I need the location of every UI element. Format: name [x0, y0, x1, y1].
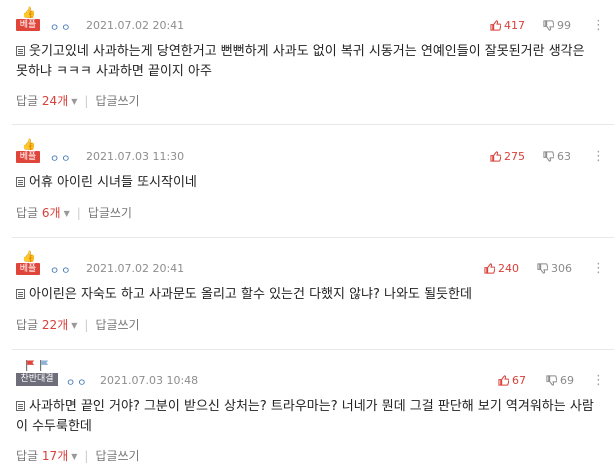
comment-text: 웃기고있네 사과하는게 당연한거고 뻔뻔하게 사과도 없이 복귀 시동거는 연예… [16, 44, 585, 79]
write-reply-button[interactable]: 답글쓰기 [95, 318, 139, 332]
reply-toggle[interactable]: 답글 17개 ▼ [16, 449, 77, 463]
dislike-count: 69 [560, 374, 574, 387]
thumb-up-icon [490, 151, 502, 162]
thumb-up-icon: 👍 [22, 6, 36, 19]
dislike-button[interactable]: 306 [537, 262, 572, 276]
more-vertical-icon[interactable]: ⋮ [592, 19, 605, 33]
chevron-down-icon: ▼ [63, 209, 70, 218]
thumb-up-icon [498, 375, 510, 386]
divider [12, 237, 614, 238]
thumb-up-icon [484, 263, 496, 274]
like-button[interactable]: 67 [498, 374, 526, 388]
dislike-button[interactable]: 63 [543, 150, 571, 164]
more-vertical-icon[interactable]: ⋮ [592, 262, 605, 276]
badge-label: 베플 [16, 151, 40, 163]
thumb-up-icon [490, 20, 502, 31]
reply-toggle[interactable]: 답글 24개 ▼ [16, 94, 77, 108]
like-count: 240 [498, 262, 519, 275]
write-reply-button[interactable]: 답글쓰기 [95, 449, 139, 463]
more-vertical-icon[interactable]: ⋮ [592, 150, 605, 164]
write-reply-button[interactable]: 답글쓰기 [95, 94, 139, 108]
username[interactable]: ㅇㅇ [50, 19, 72, 34]
document-icon [16, 289, 25, 299]
thumb-up-icon: 👍 [22, 250, 36, 263]
comment-date: 2021.07.02 20:41 [86, 262, 185, 275]
username[interactable]: ㅇㅇ [50, 150, 72, 165]
like-button[interactable]: 240 [484, 262, 519, 276]
chevron-down-icon: ▼ [71, 321, 78, 330]
badge-label: 베플 [16, 19, 40, 31]
dislike-count: 99 [557, 19, 571, 32]
comment-text: 아이린은 자숙도 하고 사과문도 올리고 할수 있는건 다했지 않냐? 나와도 … [16, 285, 606, 305]
dislike-button[interactable]: 69 [546, 374, 574, 388]
reply-bar: 답글 24개 ▼ | 답글쓰기 [16, 94, 140, 108]
badge-label: 베플 [16, 263, 40, 275]
like-button[interactable]: 275 [490, 150, 525, 164]
red-flag-icon [26, 360, 35, 371]
username[interactable]: ㅇㅇ [66, 374, 88, 389]
thumb-down-icon [543, 20, 555, 31]
chevron-down-icon: ▼ [71, 452, 78, 461]
like-count: 275 [504, 150, 525, 163]
more-vertical-icon[interactable]: ⋮ [592, 374, 605, 388]
thumb-down-icon [537, 263, 549, 274]
reply-bar: 답글 22개 ▼ | 답글쓰기 [16, 318, 140, 332]
blue-flag-icon [40, 360, 49, 371]
best-comment-badge: 👍 베플 [16, 7, 40, 31]
comment-date: 2021.07.03 11:30 [86, 150, 185, 163]
thumb-down-icon [546, 375, 558, 386]
versus-badge: 찬반대결 [16, 360, 58, 386]
dislike-button[interactable]: 99 [543, 19, 571, 33]
reply-bar: 답글 17개 ▼ | 답글쓰기 [16, 449, 140, 463]
reply-bar: 답글 6개 ▼ | 답글쓰기 [16, 206, 132, 220]
reply-toggle[interactable]: 답글 6개 ▼ [16, 206, 70, 220]
document-icon [16, 46, 25, 56]
dislike-count: 63 [557, 150, 571, 163]
dislike-count: 306 [551, 262, 572, 275]
best-comment-badge: 👍 베플 [16, 251, 40, 275]
thumb-up-icon: 👍 [22, 138, 36, 151]
divider [12, 124, 614, 125]
comment-date: 2021.07.03 10:48 [100, 374, 199, 387]
best-comment-badge: 👍 베플 [16, 139, 40, 163]
username[interactable]: ㅇㅇ [50, 262, 72, 277]
reply-toggle[interactable]: 답글 22개 ▼ [16, 318, 77, 332]
badge-label: 찬반대결 [16, 373, 58, 386]
like-count: 67 [512, 374, 526, 387]
comment-text: 어휴 아이린 시녀들 또시작이네 [16, 173, 606, 193]
thumb-down-icon [543, 151, 555, 162]
comment-date: 2021.07.02 20:41 [86, 19, 185, 32]
divider [12, 349, 614, 350]
write-reply-button[interactable]: 답글쓰기 [88, 206, 132, 220]
document-icon [16, 401, 25, 411]
like-count: 417 [504, 19, 525, 32]
comment-text: 사과하면 끝인 거야? 그분이 받으신 상처는? 트라우마는? 너네가 뭔데 그… [16, 399, 594, 434]
document-icon [16, 177, 25, 187]
chevron-down-icon: ▼ [71, 97, 78, 106]
like-button[interactable]: 417 [490, 19, 525, 33]
